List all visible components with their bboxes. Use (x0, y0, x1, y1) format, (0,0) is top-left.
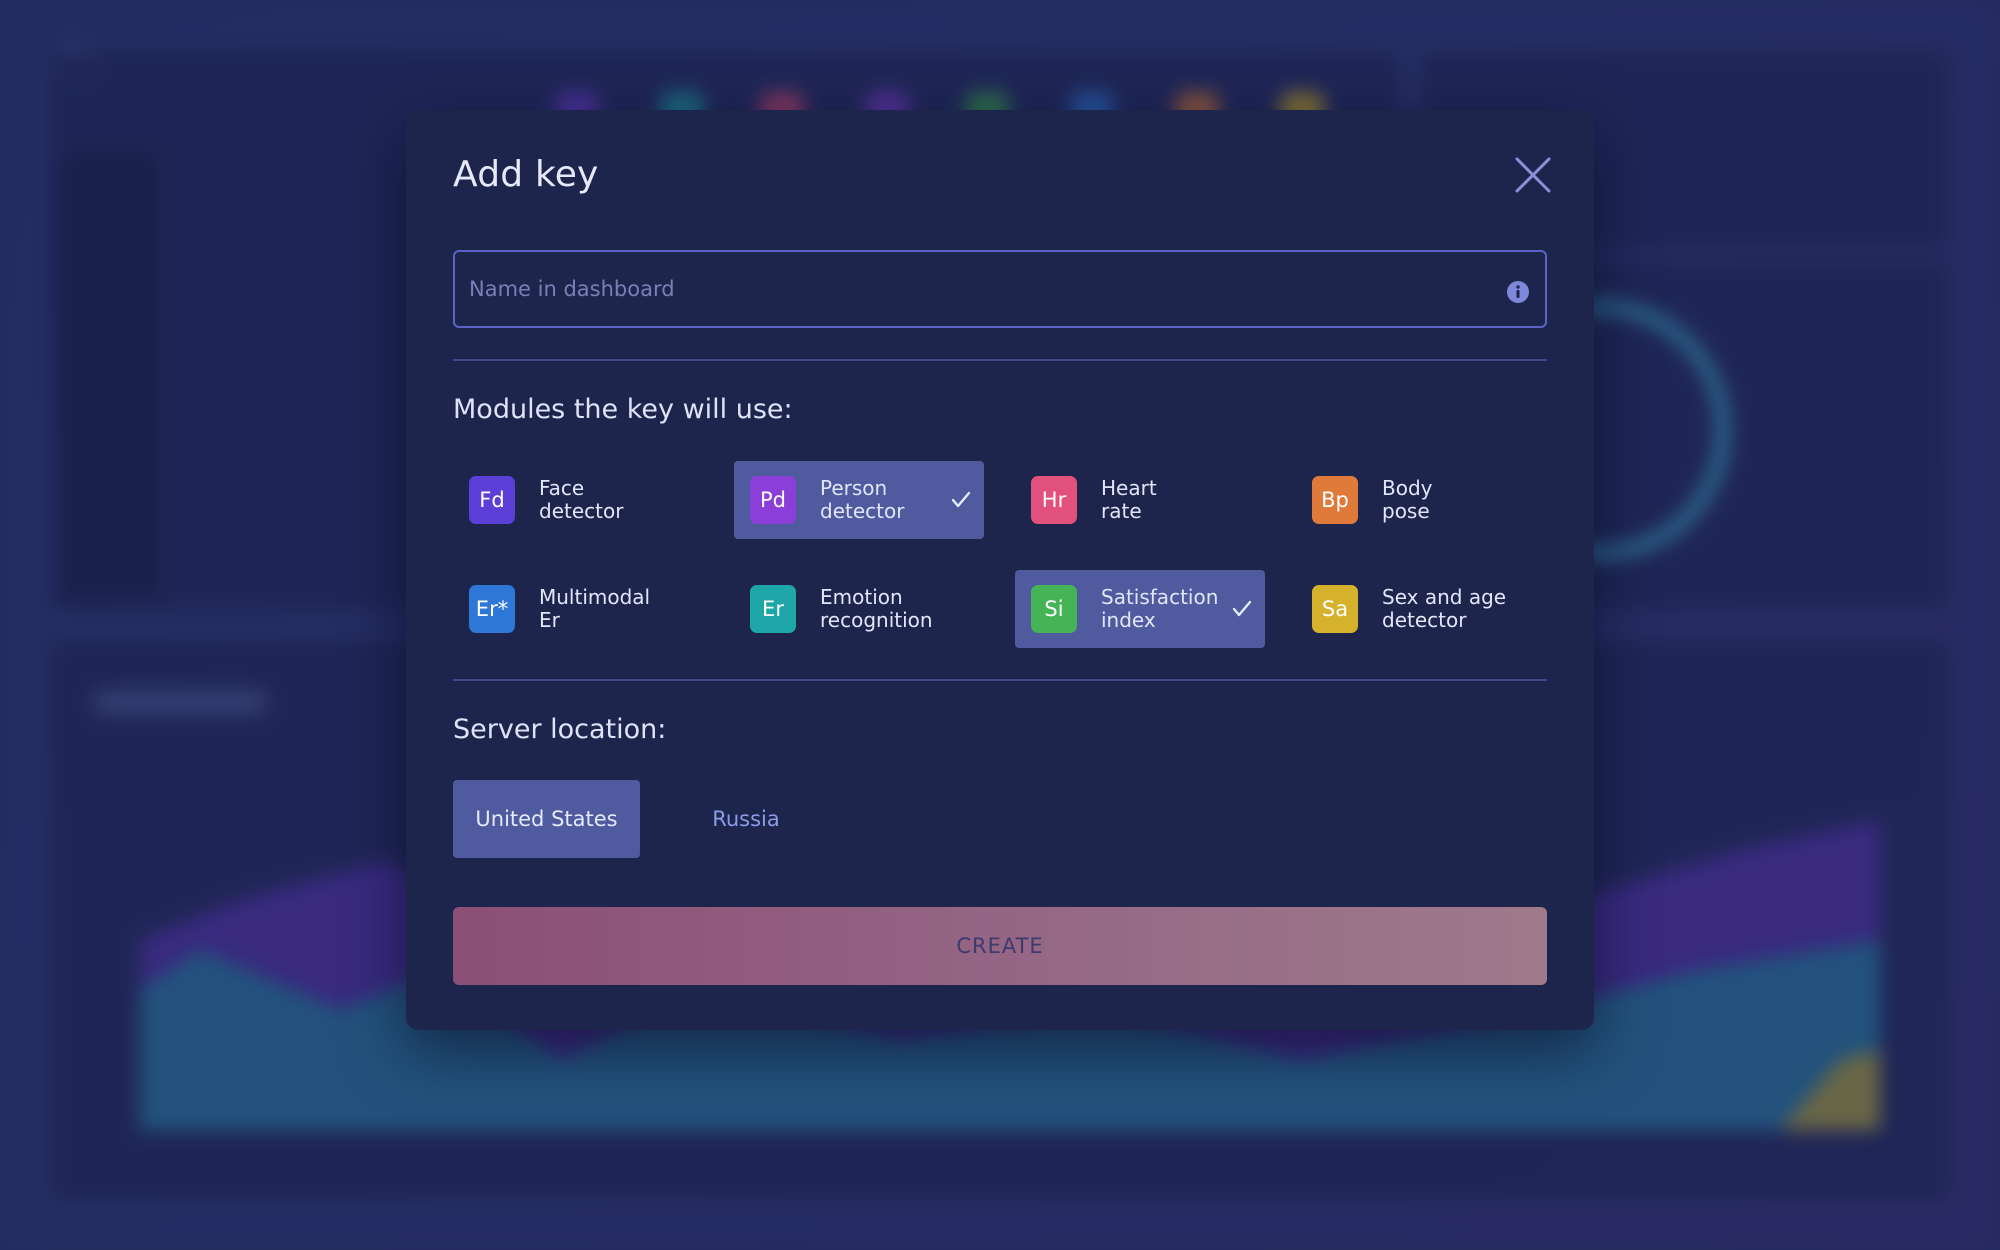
module-body-pose[interactable]: Bp Body pose (1296, 461, 1546, 539)
module-name: Face detector (539, 476, 624, 523)
divider (453, 359, 1547, 361)
module-person-detector[interactable]: Pd Person detector (734, 461, 984, 539)
module-multimodal-er[interactable]: Er* Multimodal Er (453, 570, 703, 648)
create-button[interactable]: CREATE (453, 907, 1547, 985)
module-name: Heart rate (1101, 476, 1157, 523)
module-name: Sex and age detector (1382, 585, 1507, 632)
module-badge: Fd (469, 476, 515, 524)
module-name: Satisfaction index (1101, 585, 1219, 632)
close-button[interactable] (1510, 152, 1556, 198)
module-badge: Er (750, 585, 796, 633)
module-face-detector[interactable]: Fd Face detector (453, 461, 703, 539)
module-badge: Sa (1312, 585, 1358, 633)
module-badge: Si (1031, 585, 1077, 633)
module-sex-and-age-detector[interactable]: Sa Sex and age detector (1296, 570, 1546, 648)
divider (453, 679, 1547, 681)
module-badge: Bp (1312, 476, 1358, 524)
check-icon (951, 491, 971, 508)
close-icon (1515, 157, 1551, 193)
module-emotion-recognition[interactable]: Er Emotion recognition (734, 570, 984, 648)
module-badge: Pd (750, 476, 796, 524)
add-key-modal: Add key Modules the key will use: Fd Fac… (406, 110, 1594, 1030)
location-russia[interactable]: Russia (666, 780, 826, 858)
location-united-states[interactable]: United States (453, 780, 640, 858)
check-icon (1232, 600, 1252, 617)
name-in-dashboard-field (453, 250, 1547, 328)
modules-label: Modules the key will use: (453, 394, 793, 425)
module-heart-rate[interactable]: Hr Heart rate (1015, 461, 1265, 539)
module-badge: Hr (1031, 476, 1077, 524)
module-name: Emotion recognition (820, 585, 933, 632)
module-satisfaction-index[interactable]: Si Satisfaction index (1015, 570, 1265, 648)
info-icon[interactable] (1505, 279, 1531, 305)
module-name: Body pose (1382, 476, 1433, 523)
name-input[interactable] (455, 252, 1545, 326)
server-location-label: Server location: (453, 714, 667, 745)
module-name: Person detector (820, 476, 905, 523)
modal-title: Add key (453, 154, 599, 195)
module-name: Multimodal Er (539, 585, 651, 632)
module-badge: Er* (469, 585, 515, 633)
